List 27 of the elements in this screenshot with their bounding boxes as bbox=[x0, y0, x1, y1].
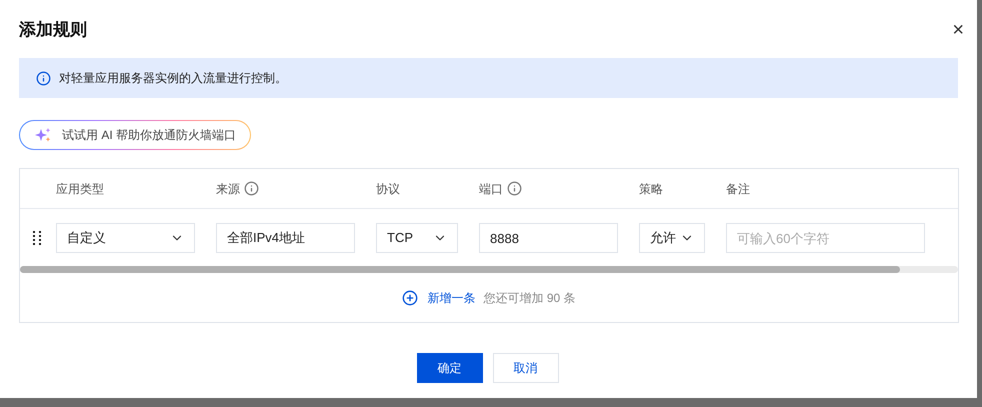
drag-handle-icon[interactable] bbox=[32, 231, 42, 245]
remaining-hint: 您还可增加 90 条 bbox=[483, 290, 576, 306]
column-header: 应用类型 bbox=[56, 180, 104, 198]
input-field[interactable]: 8888 bbox=[479, 223, 618, 253]
cancel-button[interactable]: 取消 bbox=[492, 353, 558, 383]
column-header: 来源 bbox=[216, 180, 240, 198]
input-field[interactable]: 可输入60个字符 bbox=[726, 223, 925, 253]
close-button[interactable]: × bbox=[952, 20, 964, 40]
select-field[interactable]: 允许 bbox=[639, 223, 705, 253]
input-field[interactable]: 全部IPv4地址 bbox=[216, 223, 355, 253]
plus-circle-icon bbox=[402, 290, 418, 306]
notice-text: 对轻量应用服务器实例的入流量进行控制。 bbox=[59, 70, 287, 87]
select-field[interactable]: TCP bbox=[376, 223, 458, 253]
column-header: 策略 bbox=[639, 180, 663, 198]
info-icon bbox=[36, 70, 51, 86]
dialog-title: 添加规则 bbox=[19, 19, 87, 42]
column-header: 协议 bbox=[376, 180, 400, 198]
sparkle-icon bbox=[34, 127, 52, 143]
ai-assist-button[interactable]: 试试用 AI 帮助你放通防火墙端口 bbox=[19, 120, 252, 150]
confirm-button[interactable]: 确定 bbox=[416, 353, 482, 383]
add-rule-button[interactable]: 新增一条 bbox=[402, 288, 476, 306]
column-header: 端口 bbox=[479, 180, 503, 198]
info-icon bbox=[244, 181, 259, 196]
horizontal-scrollbar[interactable] bbox=[20, 266, 958, 273]
info-icon bbox=[507, 181, 522, 196]
select-field[interactable]: 自定义 bbox=[56, 223, 195, 253]
column-header: 备注 bbox=[726, 180, 750, 198]
